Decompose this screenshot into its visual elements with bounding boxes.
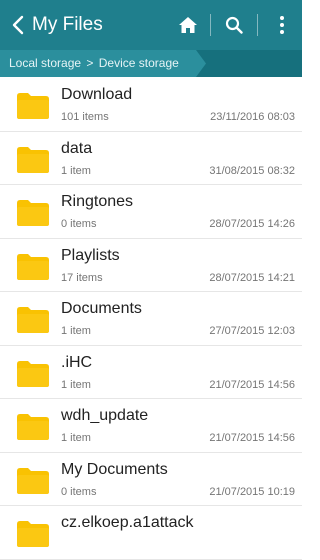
folder-date: 31/08/2015 08:32 — [209, 164, 295, 177]
folder-item-count: 101 items — [61, 111, 109, 123]
folder-icon — [17, 146, 49, 173]
breadcrumb-item-local-storage[interactable]: Local storage — [9, 56, 81, 70]
folder-date: 27/07/2015 12:03 — [209, 325, 295, 337]
chevron-left-icon — [12, 15, 24, 35]
back-button[interactable]: My Files — [0, 0, 140, 50]
folder-icon — [17, 360, 49, 387]
folder-name: Download — [61, 86, 133, 103]
folder-date: 21/07/2015 10:19 — [209, 485, 295, 498]
more-options-button[interactable] — [262, 0, 302, 50]
folder-row[interactable]: data 1 item 31/08/2015 08:32 — [0, 132, 302, 185]
folder-name: data — [61, 139, 93, 157]
folder-item-count: 1 item — [61, 432, 91, 444]
folder-row[interactable]: My Documents 0 items 21/07/2015 10:19 — [0, 453, 302, 506]
folder-name: Ringtones — [61, 193, 134, 210]
folder-row[interactable]: .iHC 1 item 21/07/2015 14:56 — [0, 346, 302, 399]
breadcrumb-item-device-storage[interactable]: Device storage — [99, 56, 179, 70]
folder-row[interactable]: wdh_update 1 item 21/07/2015 14:56 — [0, 399, 302, 453]
folder-name: wdh_update — [61, 407, 149, 424]
app-title: My Files — [32, 14, 103, 35]
folder-row[interactable]: cz.elkoep.a1attack — [0, 506, 302, 560]
folder-icon — [17, 200, 49, 226]
folder-icon — [17, 521, 49, 547]
folder-date: 23/11/2016 08:03 — [210, 111, 295, 123]
folder-name: Documents — [61, 300, 142, 317]
folder-name: Playlists — [61, 246, 120, 264]
folder-name: .iHC — [61, 353, 93, 371]
home-button[interactable] — [170, 0, 206, 50]
app-bar: My Files — [0, 0, 302, 50]
more-vertical-icon — [280, 16, 284, 34]
folder-item-count: 1 item — [61, 325, 91, 337]
search-button[interactable] — [216, 0, 252, 50]
folder-icon — [17, 414, 49, 440]
folder-row[interactable]: Documents 1 item 27/07/2015 12:03 — [0, 292, 302, 346]
folder-item-count: 1 item — [61, 164, 91, 177]
folder-date: 28/07/2015 14:21 — [209, 271, 295, 284]
folder-name: cz.elkoep.a1attack — [61, 514, 194, 531]
folder-item-count: 17 items — [61, 271, 103, 284]
folder-name: My Documents — [61, 460, 168, 478]
folder-date: 28/07/2015 14:26 — [209, 218, 295, 230]
folder-item-count: 1 item — [61, 378, 91, 391]
path-bar: Local storage > Device storage — [0, 50, 302, 77]
folder-icon — [17, 307, 49, 333]
folder-date: 21/07/2015 14:56 — [209, 432, 295, 444]
file-list: Download 101 items 23/11/2016 08:03 data… — [0, 78, 302, 560]
folder-item-count: 0 items — [61, 485, 97, 498]
folder-row[interactable]: Ringtones 0 items 28/07/2015 14:26 — [0, 185, 302, 239]
folder-icon — [17, 93, 49, 119]
breadcrumb-separator: > — [86, 56, 94, 70]
toolbar-divider — [257, 14, 258, 36]
folder-icon — [17, 253, 49, 280]
folder-icon — [17, 467, 49, 494]
folder-date: 21/07/2015 14:56 — [209, 378, 295, 391]
home-icon — [179, 17, 197, 33]
toolbar-divider — [210, 14, 211, 36]
folder-row[interactable]: Playlists 17 items 28/07/2015 14:21 — [0, 239, 302, 292]
search-icon — [225, 16, 243, 34]
folder-row[interactable]: Download 101 items 23/11/2016 08:03 — [0, 78, 302, 132]
folder-item-count: 0 items — [61, 218, 97, 230]
